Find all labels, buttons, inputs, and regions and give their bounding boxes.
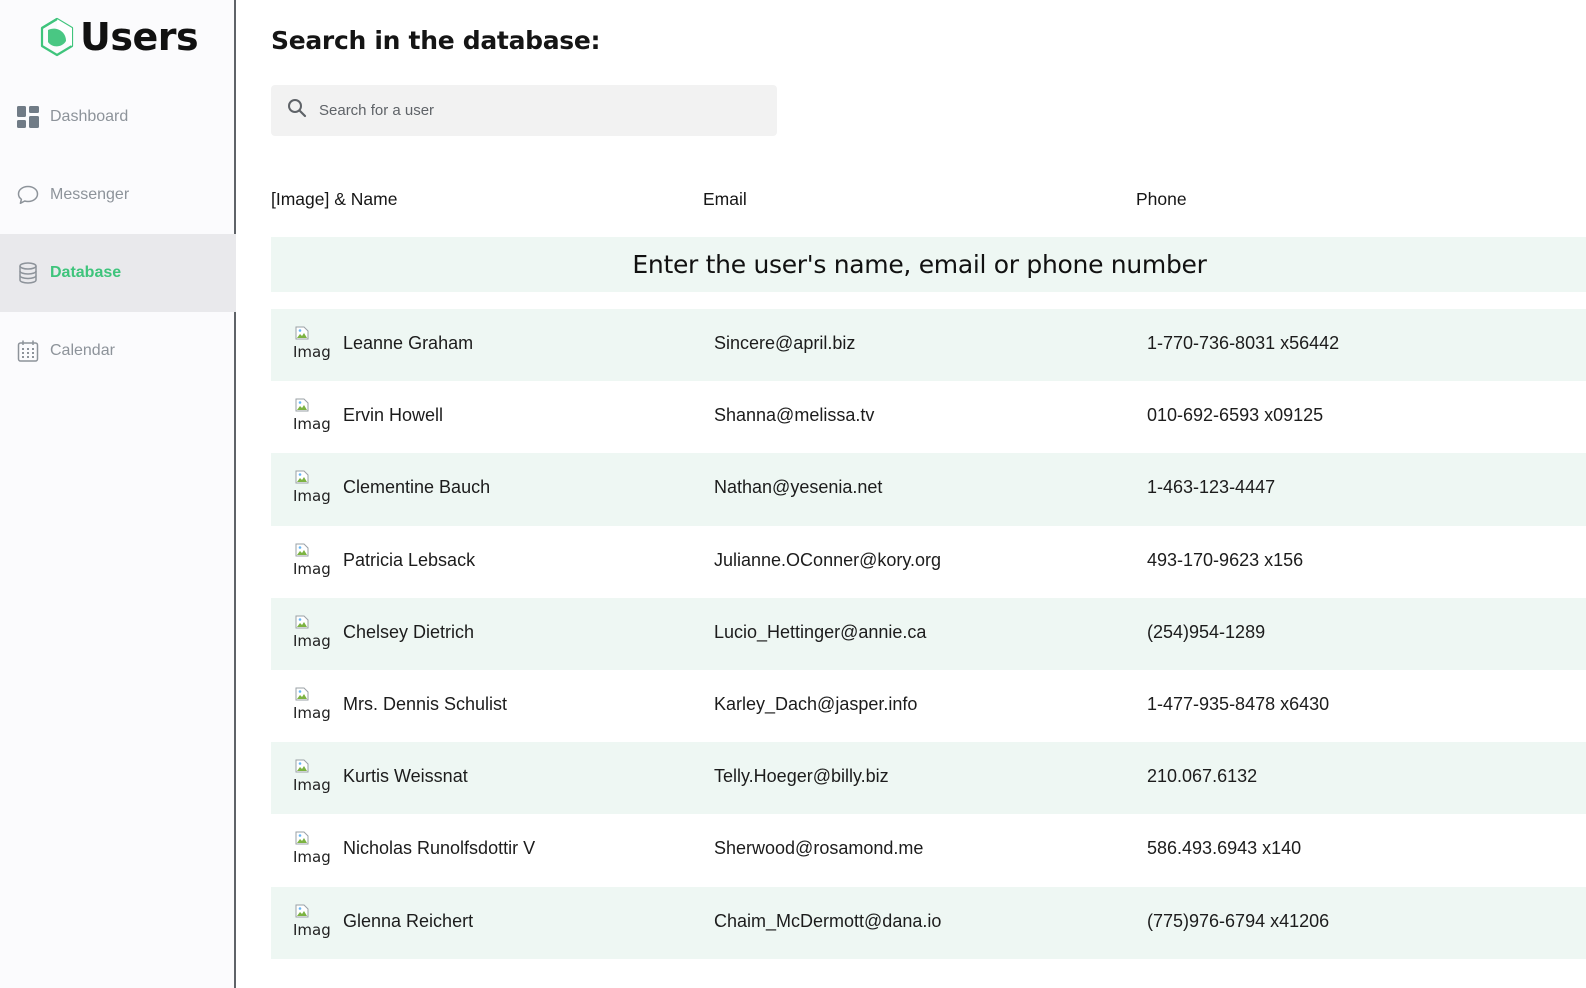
broken-image-icon <box>295 904 309 917</box>
user-avatar: Image <box>293 687 331 725</box>
avatar-alt-text: Image <box>293 631 331 650</box>
user-avatar: Image <box>293 398 331 436</box>
app-title: Users <box>80 15 199 59</box>
sidebar: Users Dashboard Messenger Database Calen… <box>0 0 236 988</box>
sidebar-item-label: Dashboard <box>50 108 129 125</box>
user-name: Clementine Bauch <box>343 477 491 498</box>
broken-image-icon <box>295 759 309 773</box>
sidebar-item-database[interactable]: Database <box>0 234 236 312</box>
table-row[interactable]: Image Clementine Bauch Nathan@yesenia.net 1… <box>271 453 1586 526</box>
avatar-alt-text: Image <box>293 703 331 722</box>
user-avatar: Image <box>293 759 331 797</box>
broken-image-icon <box>295 687 309 701</box>
user-email: Lucio_Hettinger@annie.ca <box>714 621 927 642</box>
table-row[interactable]: Image Nicholas Runolfsdottir V Sherwood@ro… <box>271 814 1586 886</box>
column-header-name: [Image] & Name <box>271 189 398 209</box>
user-email: Nathan@yesenia.net <box>714 477 883 498</box>
broken-image-icon <box>295 398 309 412</box>
logo-icon <box>38 17 76 57</box>
user-name: Chelsey Dietrich <box>343 621 475 642</box>
app-logo[interactable]: Users <box>38 12 199 62</box>
user-name: Kurtis Weissnat <box>343 766 468 787</box>
user-name: Nicholas Runolfsdottir V <box>343 838 536 859</box>
user-avatar: Image <box>293 470 331 508</box>
avatar-alt-text: Image <box>293 776 331 795</box>
user-name: Glenna Reichert <box>343 910 474 931</box>
search-hint-text: Enter the user's name, email or phone nu… <box>632 250 1207 279</box>
table-row[interactable]: Image Patricia Lebsack Julianne.OConner@ko… <box>271 526 1586 598</box>
avatar-alt-text: Image <box>293 487 331 506</box>
broken-image-icon <box>295 326 309 340</box>
avatar-alt-text: Image <box>293 415 331 434</box>
sidebar-item-calendar[interactable]: Calendar <box>0 312 236 390</box>
user-avatar: Image <box>293 543 331 581</box>
user-phone: (775)976-6794 x41206 <box>1147 910 1330 931</box>
user-email: Sherwood@rosamond.me <box>714 838 924 859</box>
table-row[interactable]: Image Kurtis Weissnat Telly.Hoeger@billy.b… <box>271 742 1586 815</box>
sidebar-nav: Dashboard Messenger Database Calendar <box>0 78 236 390</box>
sidebar-item-dashboard[interactable]: Dashboard <box>0 78 236 156</box>
broken-image-icon <box>295 543 309 557</box>
user-email: Shanna@melissa.tv <box>714 405 875 426</box>
table-row[interactable]: Image Mrs. Dennis Schulist Karley_Dach@jas… <box>271 670 1586 742</box>
dashboard-icon <box>16 105 40 129</box>
database-icon <box>16 261 40 285</box>
search-bar[interactable] <box>271 85 777 136</box>
user-avatar: Image <box>293 904 331 942</box>
user-email: Julianne.OConner@kory.org <box>714 549 942 570</box>
table-row[interactable]: Image Ervin Howell Shanna@melissa.tv 010-69… <box>271 381 1586 453</box>
user-name: Ervin Howell <box>343 405 444 426</box>
table-header: [Image] & Name Email Phone <box>271 189 1586 213</box>
page-title: Search in the database: <box>271 26 601 55</box>
broken-image-icon <box>295 470 309 484</box>
user-phone: 010-692-6593 x09125 <box>1147 405 1324 426</box>
user-email: Karley_Dach@jasper.info <box>714 693 918 714</box>
user-avatar: Image <box>293 831 331 869</box>
column-header-phone: Phone <box>1136 189 1187 209</box>
user-phone: 586.493.6943 x140 <box>1147 838 1302 859</box>
user-name: Leanne Graham <box>343 333 474 353</box>
sidebar-item-messenger[interactable]: Messenger <box>0 156 236 234</box>
user-email: Chaim_McDermott@dana.io <box>714 910 942 931</box>
user-email: Sincere@april.biz <box>714 333 856 353</box>
user-email: Telly.Hoeger@billy.biz <box>714 766 889 787</box>
table-row[interactable]: Image Leanne Graham Sincere@april.biz 1-770… <box>271 309 1586 382</box>
sidebar-item-label: Messenger <box>50 186 130 203</box>
sidebar-item-label: Database <box>50 264 122 281</box>
user-name: Patricia Lebsack <box>343 549 476 570</box>
sidebar-item-label: Calendar <box>50 342 115 359</box>
user-phone: 1-477-935-8478 x6430 <box>1147 693 1330 714</box>
search-icon <box>287 98 307 123</box>
chat-bubble-icon <box>16 183 40 207</box>
search-hint: Enter the user's name, email or phone nu… <box>271 237 1586 292</box>
user-phone: 1-770-736-8031 x56442 <box>1147 333 1340 353</box>
avatar-alt-text: Image <box>293 920 331 939</box>
user-avatar: Image <box>293 615 331 653</box>
table-row[interactable]: Image Glenna Reichert Chaim_McDermott@dana… <box>271 886 1586 959</box>
table-row[interactable]: Image Chelsey Dietrich Lucio_Hettinger@ann… <box>271 597 1586 670</box>
user-phone: (254)954-1289 <box>1147 621 1266 642</box>
user-phone: 493-170-9623 x156 <box>1147 549 1304 570</box>
column-header-email: Email <box>703 189 747 209</box>
calendar-icon <box>16 339 40 363</box>
user-avatar: Image <box>293 326 331 364</box>
broken-image-icon <box>295 615 309 629</box>
search-input[interactable] <box>319 102 759 119</box>
broken-image-icon <box>295 831 309 845</box>
user-phone: 1-463-123-4447 <box>1147 477 1276 498</box>
user-table: Image Leanne Graham Sincere@april.biz 1-770… <box>271 309 1586 959</box>
avatar-alt-text: Image <box>293 343 331 361</box>
avatar-alt-text: Image <box>293 848 331 867</box>
user-name: Mrs. Dennis Schulist <box>343 693 508 714</box>
avatar-alt-text: Image <box>293 559 331 578</box>
user-phone: 210.067.6132 <box>1147 766 1258 787</box>
main-content: Search in the database: [Image] & Name E… <box>271 0 1586 988</box>
